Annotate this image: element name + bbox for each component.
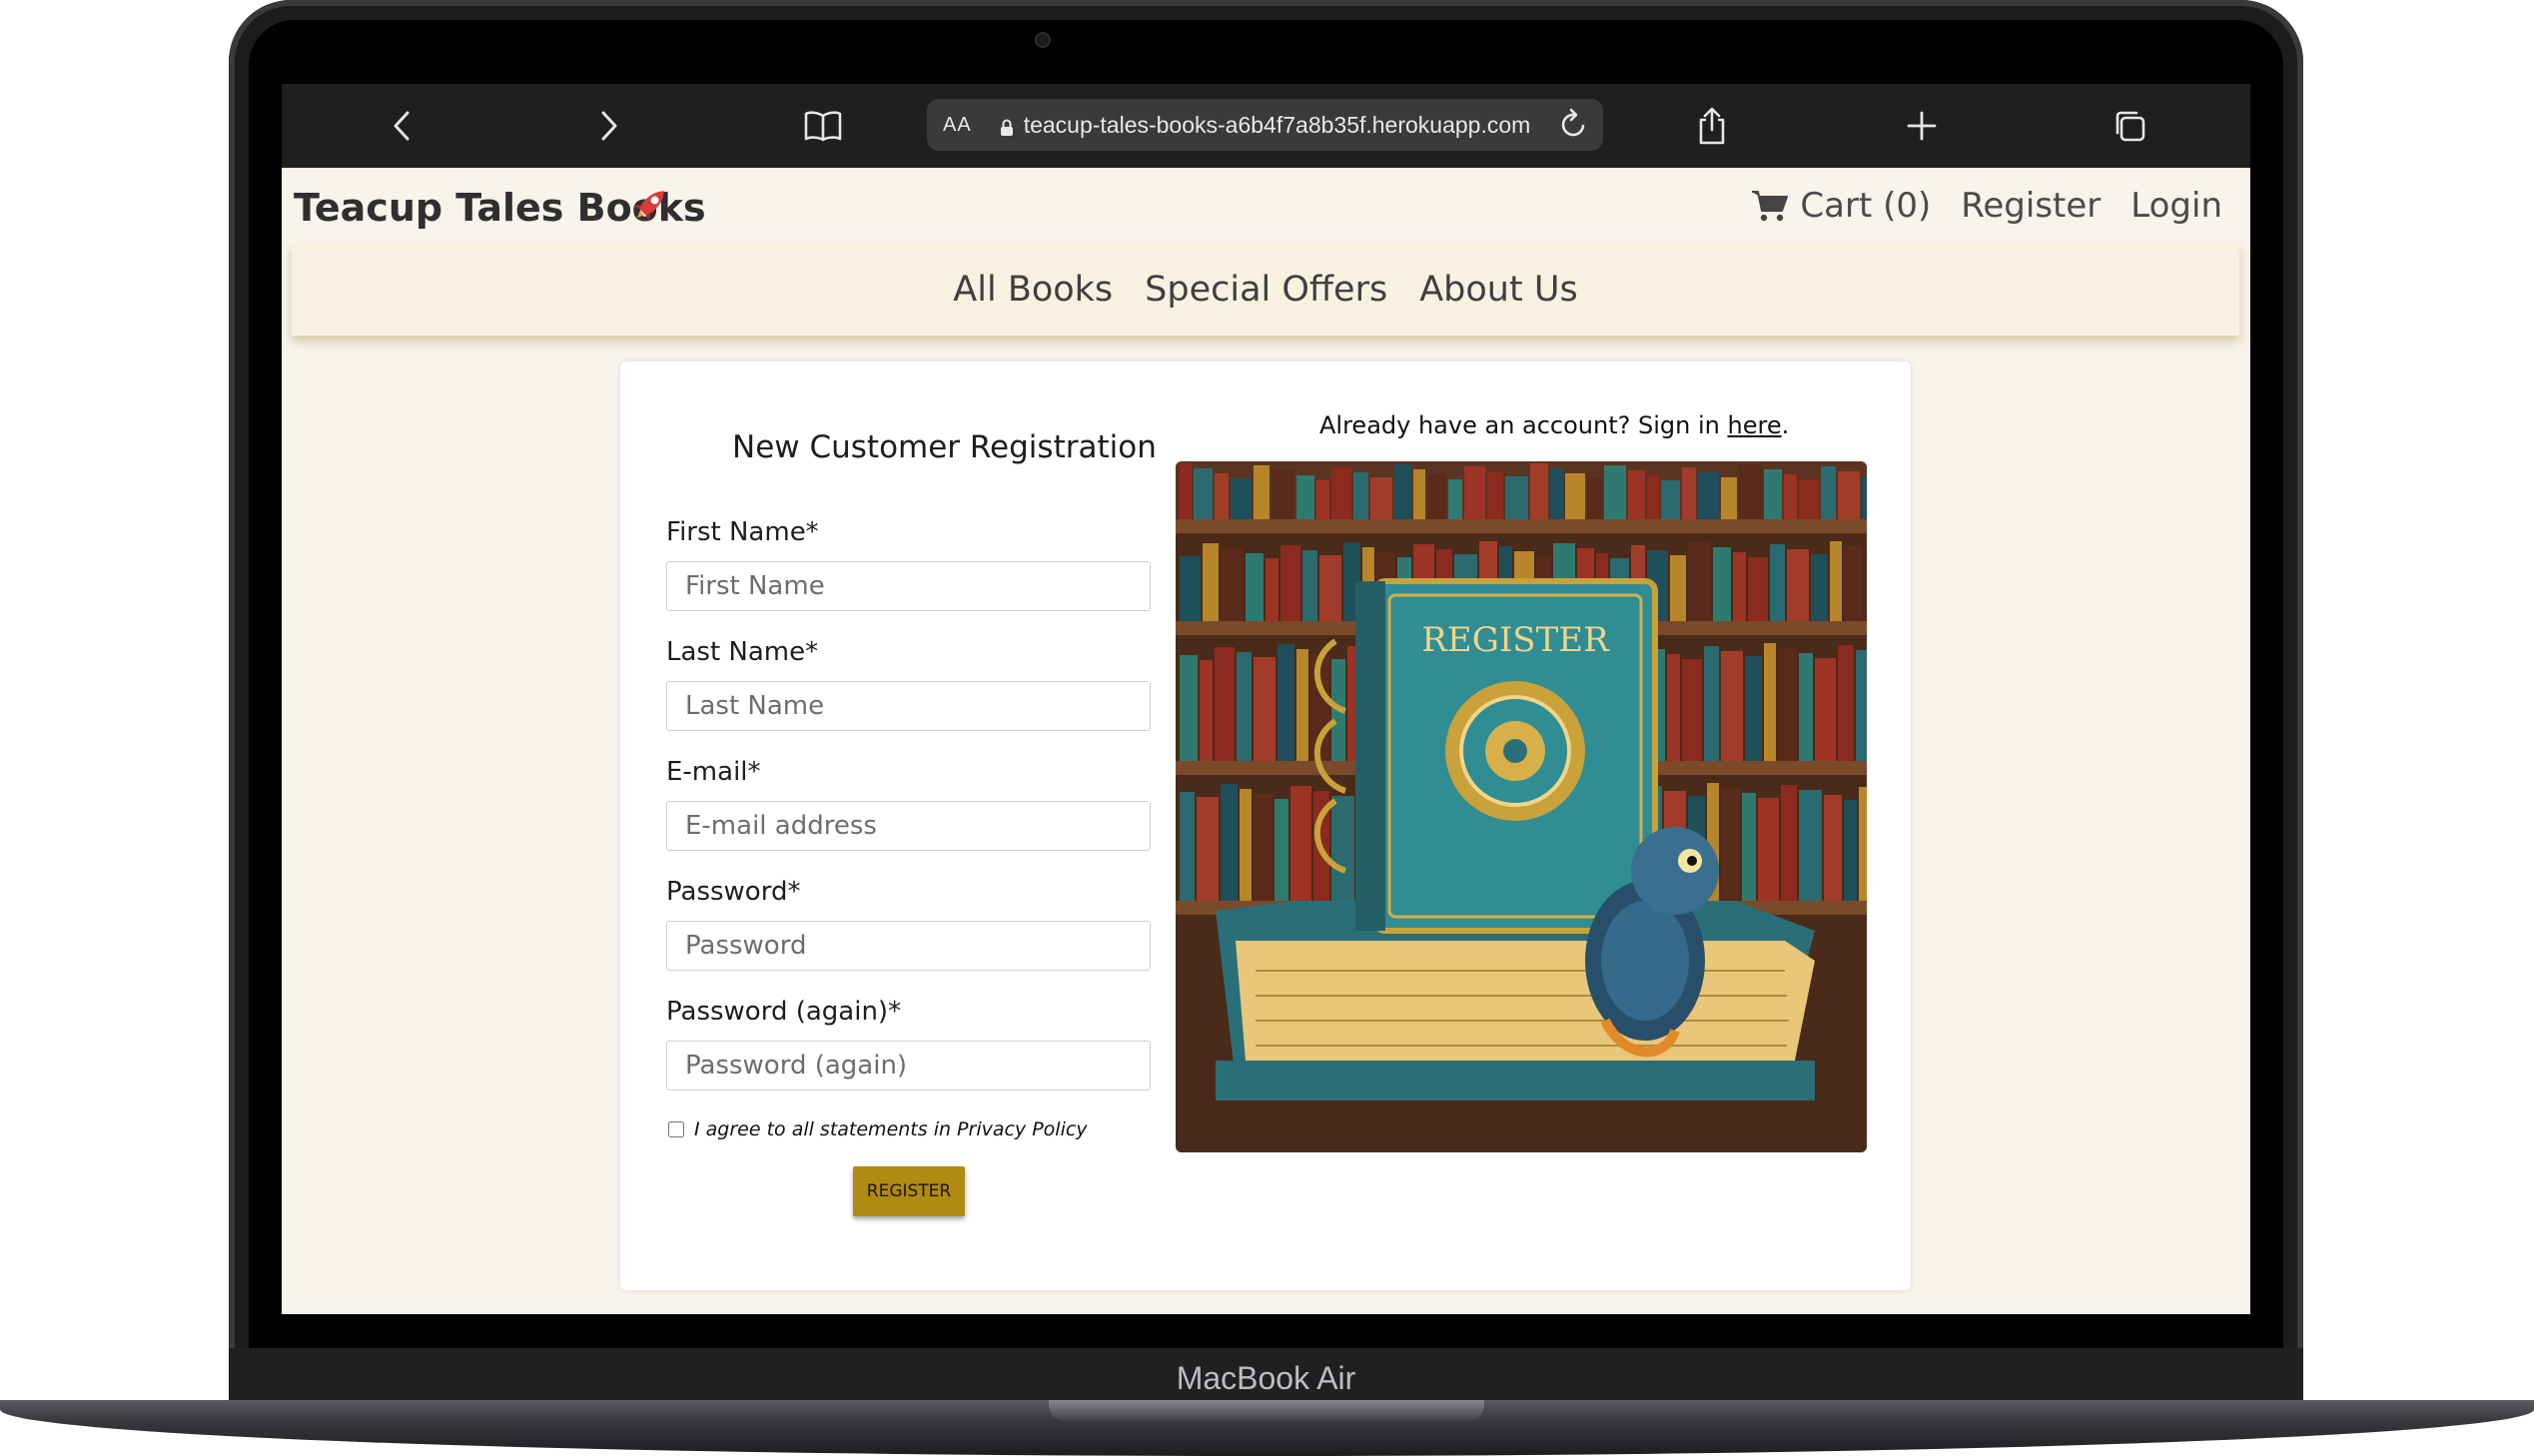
url-text: teacup-tales-books-a6b4f7a8b35f.herokuap… xyxy=(1023,111,1531,138)
tabs-icon[interactable] xyxy=(2108,104,2151,148)
share-icon[interactable] xyxy=(1690,104,1734,148)
camera-icon xyxy=(1035,32,1051,48)
book-icon[interactable] xyxy=(801,104,845,148)
register-link[interactable]: Register xyxy=(1961,186,2101,226)
register-button[interactable]: REGISTER xyxy=(853,1166,965,1216)
nav-about-us[interactable]: About Us xyxy=(1419,270,1577,310)
password-again-label: Password (again)* xyxy=(666,997,902,1027)
registration-card: New Customer Registration First Name* La… xyxy=(620,362,1911,1290)
browser-toolbar: AA teacup-tales-books-a6b4f7a8b35f.herok… xyxy=(282,84,2250,168)
password-again-input[interactable] xyxy=(666,1041,1151,1091)
address-bar[interactable]: AA teacup-tales-books-a6b4f7a8b35f.herok… xyxy=(927,99,1603,151)
main-nav: All Books Special Offers About Us xyxy=(292,244,2239,336)
form-title: New Customer Registration xyxy=(732,429,1157,465)
lock-icon xyxy=(1000,116,1014,136)
signin-link[interactable]: here xyxy=(1728,411,1782,439)
cart-icon xyxy=(1752,191,1789,222)
last-name-label: Last Name* xyxy=(666,637,819,667)
signin-prefix: Already have an account? Sign in xyxy=(1319,411,1728,439)
chevron-left-icon[interactable] xyxy=(380,104,423,148)
password-label: Password* xyxy=(666,877,801,907)
first-name-label: First Name* xyxy=(666,517,819,547)
site-header: Teacup Tales Books Cart (0) Register Log… xyxy=(282,168,2250,244)
cart-label: Cart (0) xyxy=(1800,186,1932,226)
login-link[interactable]: Login xyxy=(2130,186,2222,226)
email-input[interactable] xyxy=(666,801,1151,851)
laptop-chin: MacBook Air xyxy=(229,1348,2303,1408)
browser-screen: AA teacup-tales-books-a6b4f7a8b35f.herok… xyxy=(282,84,2250,1314)
nav-special-offers[interactable]: Special Offers xyxy=(1145,270,1387,310)
device-label: MacBook Air xyxy=(1176,1360,1356,1396)
laptop-notch xyxy=(1049,1400,1484,1422)
text-size-button[interactable]: AA xyxy=(943,114,972,137)
chevron-right-icon[interactable] xyxy=(587,104,631,148)
password-input[interactable] xyxy=(666,921,1151,971)
cart-link[interactable]: Cart (0) xyxy=(1750,186,1931,226)
signin-suffix: . xyxy=(1781,411,1790,439)
first-name-input[interactable] xyxy=(666,561,1151,611)
plus-icon[interactable] xyxy=(1900,104,1944,148)
rocket-icon xyxy=(629,182,673,226)
privacy-agreement: I agree to all statements in Privacy Pol… xyxy=(668,1118,1088,1140)
nav-all-books[interactable]: All Books xyxy=(953,270,1113,310)
email-label: E-mail* xyxy=(666,757,761,787)
register-illustration: REGISTER xyxy=(1176,461,1867,1152)
privacy-text: I agree to all statements in Privacy Pol… xyxy=(694,1118,1088,1140)
last-name-input[interactable] xyxy=(666,681,1151,731)
reload-icon[interactable] xyxy=(1559,107,1589,149)
privacy-checkbox[interactable] xyxy=(668,1121,684,1137)
illustration-title: REGISTER xyxy=(1421,620,1610,660)
signin-prompt: Already have an account? Sign in here. xyxy=(1319,411,1789,439)
